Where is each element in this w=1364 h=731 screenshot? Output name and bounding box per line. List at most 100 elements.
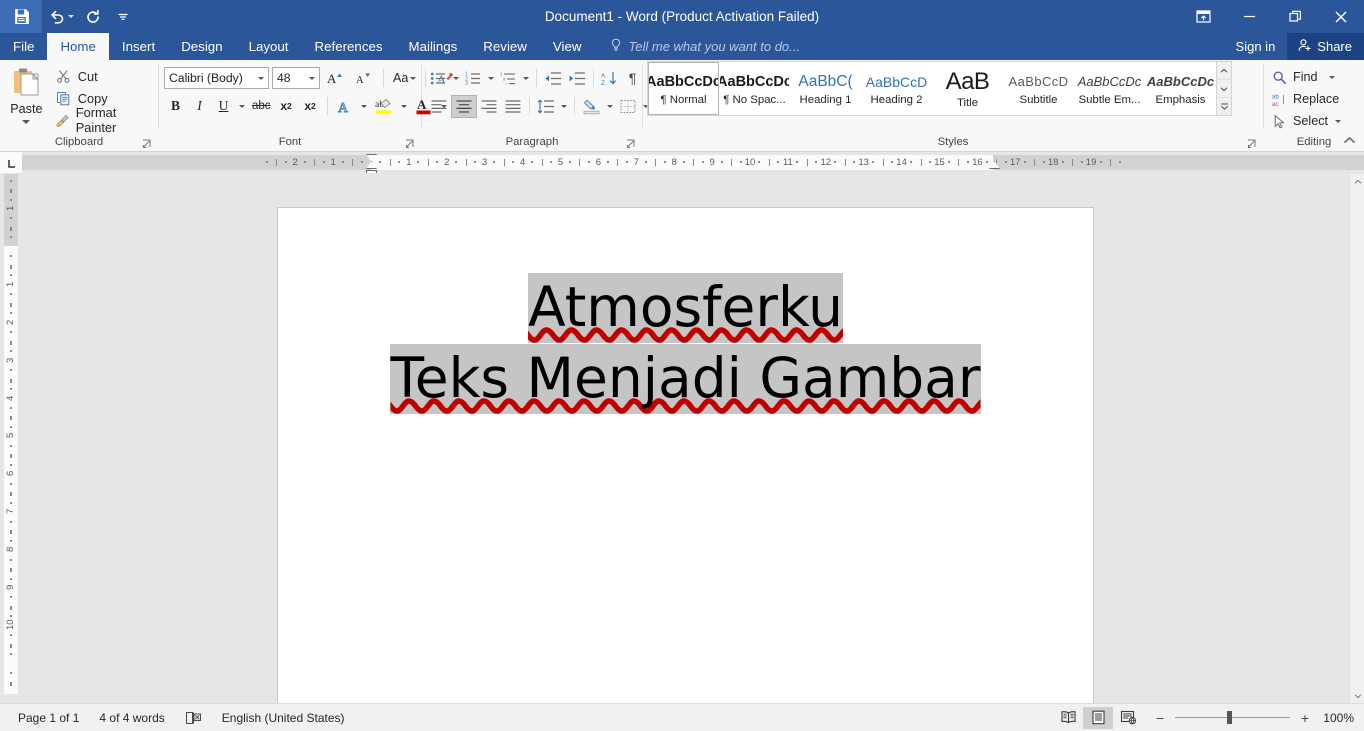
highlight-dropdown-icon[interactable] bbox=[398, 95, 410, 118]
document-line-2[interactable]: Teks Menjadi Gambar bbox=[278, 344, 1093, 415]
page-indicator[interactable]: Page 1 of 1 bbox=[8, 707, 89, 729]
restore-icon[interactable] bbox=[1272, 0, 1318, 33]
underline-button[interactable]: U bbox=[212, 95, 235, 118]
font-dialog-launcher[interactable] bbox=[405, 139, 416, 150]
style-emphasis[interactable]: AaBbCcDc Emphasis bbox=[1145, 62, 1216, 115]
font-size-dropdown-icon[interactable] bbox=[305, 76, 319, 80]
undo-dropdown-icon[interactable] bbox=[67, 15, 74, 18]
scroll-down-icon[interactable] bbox=[1350, 688, 1364, 703]
align-center-button[interactable] bbox=[451, 94, 477, 118]
select-dropdown-icon[interactable] bbox=[1335, 119, 1342, 123]
zoom-in-button[interactable]: + bbox=[1298, 711, 1312, 725]
show-formatting-marks-button[interactable]: ¶ bbox=[621, 67, 644, 90]
tell-me-search[interactable]: Tell me what you want to do... bbox=[609, 33, 800, 60]
replace-button[interactable]: ab ac Replace bbox=[1269, 88, 1341, 110]
tab-insert[interactable]: Insert bbox=[109, 33, 168, 60]
proofing-status-icon[interactable] bbox=[175, 707, 212, 729]
save-icon[interactable] bbox=[0, 0, 42, 33]
view-print-layout-button[interactable] bbox=[1083, 706, 1113, 729]
shrink-font-button[interactable]: A bbox=[351, 67, 376, 90]
view-web-layout-button[interactable] bbox=[1113, 707, 1143, 729]
style-heading-1[interactable]: AaBbC( Heading 1 bbox=[790, 62, 861, 115]
change-case-button[interactable]: Aa bbox=[391, 67, 418, 90]
select-button[interactable]: Select bbox=[1269, 110, 1342, 132]
collapse-ribbon-icon[interactable] bbox=[1338, 131, 1360, 149]
justify-button[interactable] bbox=[501, 95, 525, 118]
style-subtitle[interactable]: AaBbCcD Subtitle bbox=[1003, 62, 1074, 115]
zoom-slider-thumb[interactable] bbox=[1227, 711, 1232, 724]
bullets-dropdown-icon[interactable] bbox=[450, 67, 462, 90]
subscript-button[interactable]: x2 bbox=[275, 95, 298, 118]
zoom-level[interactable]: 100% bbox=[1320, 711, 1356, 725]
underline-dropdown-icon[interactable] bbox=[236, 95, 248, 118]
style-normal[interactable]: AaBbCcDc ¶ Normal bbox=[648, 62, 719, 115]
grow-font-button[interactable]: A bbox=[323, 67, 348, 90]
sign-in-button[interactable]: Sign in bbox=[1224, 33, 1288, 60]
tab-view[interactable]: View bbox=[540, 33, 595, 60]
font-name-dropdown-icon[interactable] bbox=[254, 76, 268, 80]
shading-button[interactable] bbox=[579, 95, 604, 118]
tab-review[interactable]: Review bbox=[470, 33, 540, 60]
document-canvas[interactable]: Atmosferku Teks Menjadi Gambar bbox=[22, 174, 1349, 703]
document-text[interactable]: Atmosferku Teks Menjadi Gambar bbox=[278, 208, 1093, 415]
numbering-button[interactable]: 123 bbox=[462, 67, 485, 90]
align-right-button[interactable] bbox=[477, 95, 501, 118]
multilevel-dropdown-icon[interactable] bbox=[520, 67, 532, 90]
bold-button[interactable]: B bbox=[164, 95, 187, 118]
superscript-button[interactable]: x2 bbox=[299, 95, 322, 118]
multilevel-list-button[interactable]: 1ai bbox=[497, 67, 520, 90]
redo-icon[interactable] bbox=[78, 0, 108, 33]
zoom-out-button[interactable]: − bbox=[1153, 711, 1167, 725]
bullets-button[interactable] bbox=[427, 67, 450, 90]
horizontal-ruler[interactable]: 2 1 1 2 3 4 5 6 7 8 9 10 11 12 13 14 15 16 17 18 19 bbox=[0, 152, 1364, 174]
find-button[interactable]: Find bbox=[1269, 66, 1341, 88]
customize-quick-access-icon[interactable] bbox=[108, 0, 138, 33]
text-effects-button[interactable]: A bbox=[333, 95, 357, 118]
font-size-combobox[interactable]: 48 bbox=[272, 67, 320, 89]
paste-button[interactable]: Paste bbox=[5, 64, 48, 124]
text-effects-dropdown-icon[interactable] bbox=[358, 95, 370, 118]
sort-button[interactable]: AZ bbox=[598, 67, 621, 90]
tab-home[interactable]: Home bbox=[47, 33, 109, 60]
clipboard-dialog-launcher[interactable] bbox=[142, 139, 153, 150]
close-icon[interactable] bbox=[1318, 0, 1364, 33]
paste-dropdown-icon[interactable] bbox=[22, 120, 31, 124]
style-title[interactable]: AaB Title bbox=[932, 62, 1003, 115]
view-read-mode-button[interactable] bbox=[1053, 707, 1083, 729]
align-left-button[interactable] bbox=[427, 95, 451, 118]
tab-mailings[interactable]: Mailings bbox=[396, 33, 471, 60]
strikethrough-button[interactable]: abc bbox=[249, 95, 274, 118]
styles-dialog-launcher[interactable] bbox=[1247, 139, 1258, 150]
borders-button[interactable] bbox=[616, 95, 640, 118]
decrease-indent-button[interactable] bbox=[541, 67, 565, 90]
tab-stop-selector[interactable] bbox=[0, 152, 22, 173]
format-painter-button[interactable]: Format Painter bbox=[52, 105, 153, 135]
style-subtle-emphasis[interactable]: AaBbCcDc Subtle Em... bbox=[1074, 62, 1145, 115]
document-line-1[interactable]: Atmosferku bbox=[278, 273, 1093, 343]
undo-icon[interactable] bbox=[42, 0, 78, 33]
tab-layout[interactable]: Layout bbox=[236, 33, 302, 60]
style-no-spacing[interactable]: AaBbCcDc ¶ No Spac... bbox=[719, 62, 790, 115]
vertical-ruler[interactable]: 2 1 1 2 3 4 5 6 7 8 9 10 bbox=[0, 174, 22, 703]
italic-button[interactable]: I bbox=[188, 95, 211, 118]
change-case-dropdown-icon[interactable] bbox=[410, 76, 417, 80]
cut-button[interactable]: Cut bbox=[52, 65, 153, 87]
tab-references[interactable]: References bbox=[302, 33, 396, 60]
language-indicator[interactable]: English (United States) bbox=[212, 707, 355, 729]
tab-design[interactable]: Design bbox=[168, 33, 235, 60]
word-count[interactable]: 4 of 4 words bbox=[89, 707, 174, 729]
line-spacing-dropdown-icon[interactable] bbox=[558, 95, 570, 118]
style-heading-2[interactable]: AaBbCcD Heading 2 bbox=[861, 62, 932, 115]
font-name-combobox[interactable]: Calibri (Body) bbox=[164, 67, 269, 89]
styles-scrollbar[interactable] bbox=[1216, 62, 1231, 115]
paragraph-dialog-launcher[interactable] bbox=[626, 139, 637, 150]
minimize-icon[interactable] bbox=[1226, 0, 1272, 33]
styles-more-icon[interactable] bbox=[1217, 97, 1231, 115]
shading-dropdown-icon[interactable] bbox=[604, 95, 616, 118]
scroll-up-icon[interactable] bbox=[1350, 174, 1364, 189]
styles-scroll-up-icon[interactable] bbox=[1217, 62, 1231, 79]
numbering-dropdown-icon[interactable] bbox=[485, 67, 497, 90]
document-page[interactable]: Atmosferku Teks Menjadi Gambar bbox=[278, 208, 1093, 703]
text-highlight-color-button[interactable]: ab bbox=[371, 95, 397, 118]
ribbon-display-options-icon[interactable] bbox=[1180, 0, 1226, 33]
